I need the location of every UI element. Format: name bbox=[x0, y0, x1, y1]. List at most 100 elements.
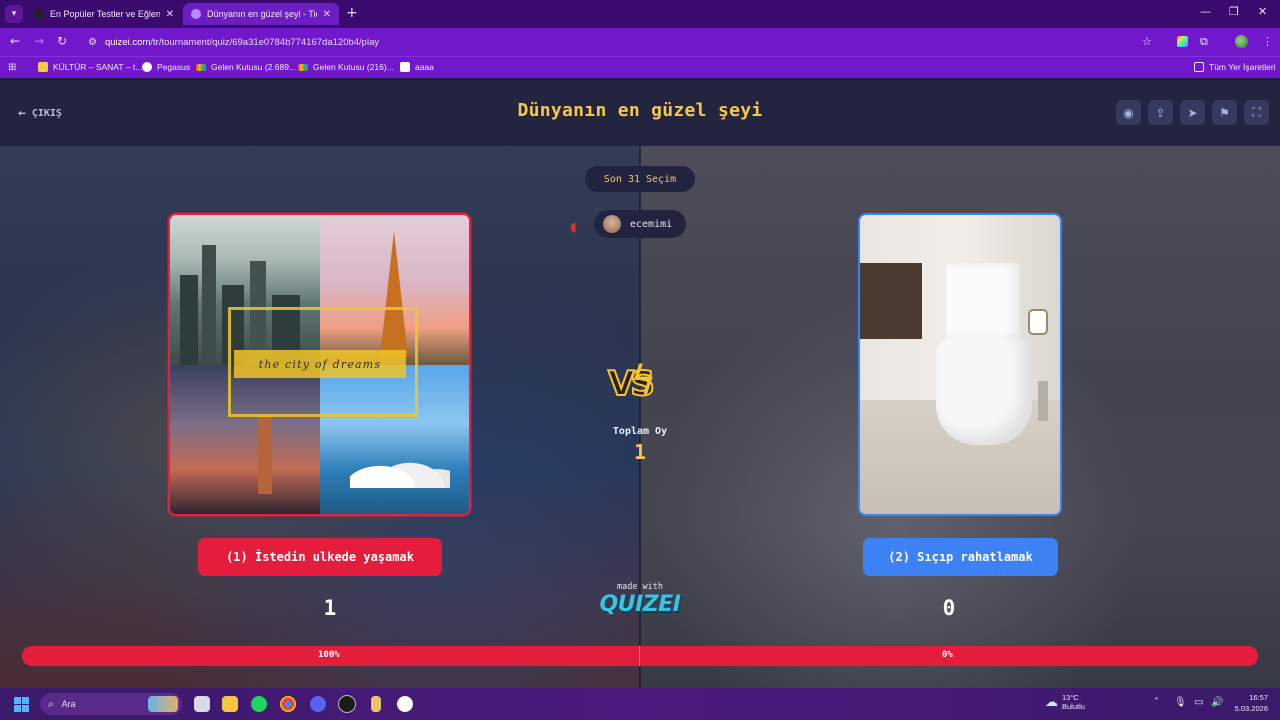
opera-house-shape bbox=[349, 444, 450, 488]
toilet-brush-shape bbox=[1038, 381, 1048, 421]
tab-title: Dünyanın en güzel şeyi - Tier List bbox=[207, 9, 317, 19]
discord-icon[interactable] bbox=[310, 696, 326, 712]
weather-widget[interactable]: ☁ 13°C Bulutlu bbox=[1045, 693, 1085, 711]
bookmark-star-icon[interactable]: ☆ bbox=[1142, 35, 1152, 48]
task-view-icon[interactable] bbox=[194, 696, 210, 712]
lightning-bolt-icon: ϟ bbox=[630, 358, 657, 404]
folder-icon bbox=[38, 62, 48, 72]
minimize-icon[interactable]: — bbox=[1200, 5, 1211, 18]
tray-chevron-up-icon[interactable]: ˄ bbox=[1154, 697, 1159, 708]
bookmarks-bar: ⊞ KÜLTÜR – SANAT – t... Pegasus Gelen Ku… bbox=[0, 56, 1280, 78]
profile-avatar[interactable] bbox=[1235, 35, 1248, 48]
bookmark-pegasus[interactable]: Pegasus bbox=[142, 62, 190, 72]
percent-right: 0% bbox=[942, 650, 953, 660]
window-close-icon[interactable]: ✕ bbox=[1258, 5, 1267, 18]
tab-quiz-active[interactable]: Dünyanın en güzel şeyi - Tier List ✕ bbox=[183, 3, 339, 25]
tab-favicon bbox=[191, 9, 201, 19]
user-name: ecemimi bbox=[630, 218, 673, 230]
toilet-image bbox=[860, 215, 1060, 514]
windows-taskbar: ⌕ Ara ☁ 13°C Bulutlu ˄ 🎙 ▭ 🔊 16:57 5.03.… bbox=[0, 688, 1280, 720]
total-votes-value: 1 bbox=[633, 440, 647, 464]
microphone-icon[interactable]: 🎙 bbox=[1174, 697, 1187, 708]
user-pill[interactable]: ecemimi bbox=[594, 210, 686, 238]
all-bookmarks[interactable]: Tüm Yer İşaretleri bbox=[1194, 62, 1276, 72]
choice-button-left[interactable]: (1) İstedin ulkede yaşamak bbox=[198, 538, 442, 576]
address-toolbar: ← → ↻ ⚙ quizei.com /tr/tournament/quiz/6… bbox=[0, 28, 1280, 56]
vanity-shape bbox=[860, 263, 922, 339]
maximize-icon[interactable]: ❐ bbox=[1229, 5, 1239, 18]
folder-outline-icon bbox=[1194, 62, 1204, 72]
weather-temp: 13°C bbox=[1062, 693, 1079, 702]
search-highlight-image bbox=[148, 696, 178, 712]
vote-count-left: 1 bbox=[323, 596, 337, 620]
site-info-icon[interactable]: ⚙ bbox=[88, 37, 97, 48]
avatar bbox=[603, 215, 621, 233]
skull-app-icon[interactable] bbox=[397, 696, 413, 712]
share-icon[interactable]: ⇪ bbox=[1148, 100, 1173, 125]
system-clock[interactable]: 16:57 5.03.2026 bbox=[1228, 693, 1268, 715]
github-icon[interactable] bbox=[339, 696, 355, 712]
city-collage-image: the city of dreams bbox=[170, 215, 469, 514]
choice-card-right[interactable] bbox=[858, 213, 1062, 516]
bookmark-kultur-sanat[interactable]: KÜLTÜR – SANAT – t... bbox=[38, 62, 142, 72]
bookmark-aaaa[interactable]: aaaa bbox=[400, 62, 434, 72]
back-arrow-icon[interactable]: ← bbox=[10, 34, 20, 48]
tab-search-menu-icon[interactable]: ▾ bbox=[5, 5, 23, 23]
weather-desc: Bulutlu bbox=[1062, 702, 1085, 711]
clock-date: 5.03.2026 bbox=[1234, 703, 1268, 713]
gmail-icon bbox=[196, 63, 206, 71]
fullscreen-icon[interactable]: ⛶ bbox=[1244, 100, 1269, 125]
extension-color-icon[interactable] bbox=[1177, 36, 1188, 47]
page-title: Dünyanın en güzel şeyi bbox=[517, 100, 763, 121]
quizei-logo[interactable]: QUIZEI bbox=[590, 592, 690, 617]
vote-progress-fill bbox=[22, 646, 1258, 666]
flag-icon[interactable]: ⚑ bbox=[1212, 100, 1237, 125]
total-votes-label: Toplam Oy bbox=[612, 426, 668, 437]
watermelon-icon: ◖ bbox=[570, 220, 577, 235]
network-icon[interactable]: ▭ bbox=[1194, 697, 1203, 708]
bookmark-label: Gelen Kutusu (216)... bbox=[313, 62, 394, 72]
url-field[interactable]: ⚙ quizei.com /tr/tournament/quiz/69a31e0… bbox=[86, 32, 1166, 52]
search-icon: ⌕ bbox=[48, 698, 54, 710]
spotify-icon[interactable] bbox=[251, 696, 267, 712]
extensions-puzzle-icon[interactable]: ⧉ bbox=[1200, 35, 1208, 49]
tab-close-icon[interactable]: ✕ bbox=[166, 9, 174, 20]
bookmark-label: Gelen Kutusu (2.689... bbox=[211, 62, 297, 72]
chrome-menu-icon[interactable]: ⋮ bbox=[1262, 35, 1273, 48]
notes-app-icon[interactable] bbox=[371, 696, 381, 712]
tab-popular-tests[interactable]: En Popüler Testler ve Eğlenceli Quizler … bbox=[26, 3, 182, 25]
reload-icon[interactable]: ↻ bbox=[57, 34, 67, 48]
percent-left: 100% bbox=[318, 650, 340, 660]
forward-arrow-icon[interactable]: → bbox=[34, 34, 44, 48]
new-tab-plus-icon[interactable]: + bbox=[346, 5, 358, 21]
choice-card-left[interactable]: the city of dreams bbox=[168, 213, 471, 516]
bookmark-label: Pegasus bbox=[157, 62, 191, 72]
chrome-icon[interactable] bbox=[280, 696, 296, 712]
gmail-icon bbox=[298, 63, 308, 71]
send-icon[interactable]: ➤ bbox=[1180, 100, 1205, 125]
bookmark-label: aaaa bbox=[415, 62, 434, 72]
maiden-tower-shape bbox=[258, 416, 272, 494]
taskbar-search[interactable]: ⌕ Ara bbox=[40, 693, 182, 715]
image-caption: the city of dreams bbox=[234, 350, 406, 378]
volume-icon[interactable]: 🔊 bbox=[1211, 697, 1223, 708]
bookmark-gmail-1[interactable]: Gelen Kutusu (2.689... bbox=[196, 62, 296, 72]
file-explorer-icon[interactable] bbox=[222, 696, 238, 712]
url-host: quizei.com bbox=[104, 36, 151, 48]
eye-icon[interactable]: ◉ bbox=[1116, 100, 1141, 125]
vote-count-right: 0 bbox=[942, 596, 956, 620]
toilet-bowl-shape bbox=[936, 335, 1032, 445]
apps-grid-icon[interactable]: ⊞ bbox=[8, 62, 16, 73]
search-placeholder: Ara bbox=[61, 699, 76, 709]
windows-start-icon[interactable] bbox=[14, 697, 29, 712]
tab-close-icon[interactable]: ✕ bbox=[323, 9, 331, 20]
vs-emblem: VS ϟ bbox=[606, 358, 676, 414]
choice-button-right[interactable]: (2) Sıçıp rahatlamak bbox=[863, 538, 1058, 576]
progress-midline bbox=[639, 646, 640, 666]
url-path: /tr/tournament/quiz/69a31e0784b774167da1… bbox=[150, 36, 380, 48]
all-bookmarks-label: Tüm Yer İşaretleri bbox=[1209, 62, 1276, 72]
bookmark-gmail-2[interactable]: Gelen Kutusu (216)... bbox=[298, 62, 394, 72]
toilet-tank-shape bbox=[946, 263, 1020, 339]
cloud-icon: ☁ bbox=[1045, 694, 1058, 710]
toilet-paper-shape bbox=[1030, 311, 1046, 333]
